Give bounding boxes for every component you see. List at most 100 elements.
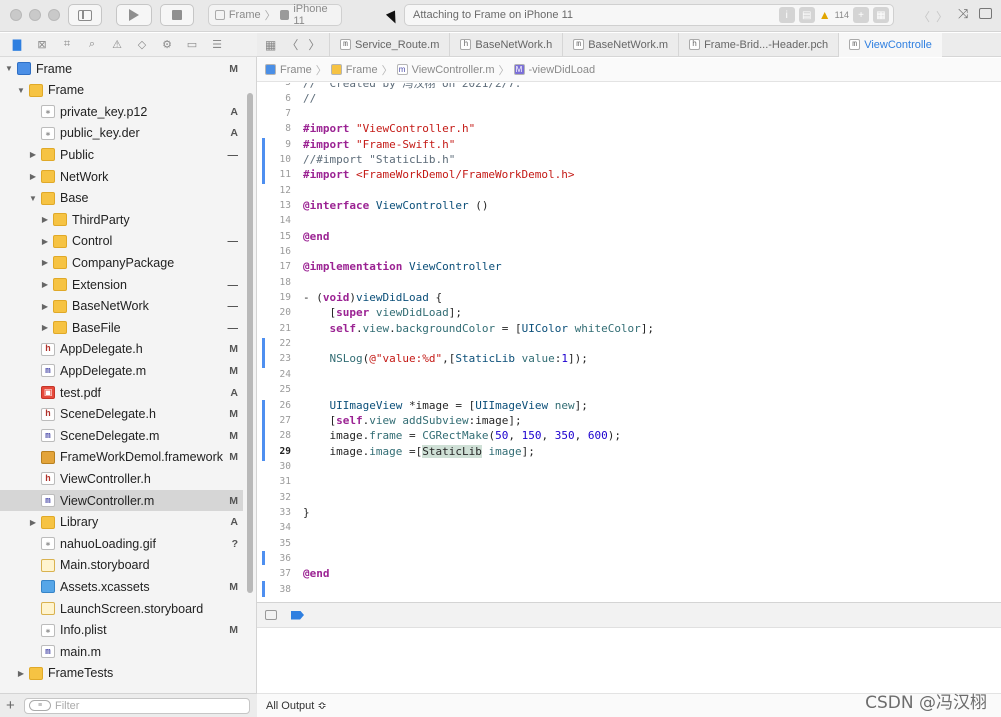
disclosure-triangle-icon[interactable]: ▶ <box>40 258 50 267</box>
jump-bar-item[interactable]: Frame <box>346 64 378 76</box>
sidebar-item-frame[interactable]: ▼ Frame M <box>0 58 243 79</box>
code-line[interactable]: 12 <box>257 182 1001 197</box>
code-line[interactable]: 35 <box>257 536 1001 551</box>
grid-icon[interactable]: ▦ <box>265 38 276 52</box>
shuffle-icon[interactable]: ⤨ <box>958 6 968 22</box>
forward-icon[interactable]: 〉 <box>308 36 320 53</box>
code-line[interactable]: 31 <box>257 474 1001 489</box>
sidebar-item-frametests[interactable]: ▶ FrameTests <box>0 663 243 684</box>
disclosure-triangle-icon[interactable]: ▶ <box>28 150 38 159</box>
sidebar-item-thirdparty[interactable]: ▶ ThirdParty <box>0 209 243 230</box>
sidebar-item-extension[interactable]: ▶ Extension — <box>0 274 243 295</box>
sidebar-item-basefile[interactable]: ▶ BaseFile — <box>0 317 243 338</box>
line-number[interactable]: 33 <box>257 507 291 518</box>
line-number[interactable]: 34 <box>257 522 291 533</box>
code-line[interactable]: 5// Created by 冯汉栩 on 2021/2/7. <box>257 83 1001 90</box>
disclosure-triangle-icon[interactable]: ▶ <box>40 215 50 224</box>
layout-icon[interactable]: ▤ <box>798 7 815 23</box>
line-number[interactable]: 35 <box>257 538 291 549</box>
line-number[interactable]: 32 <box>257 492 291 503</box>
sidebar-scrollbar[interactable] <box>247 93 253 593</box>
disclosure-triangle-icon[interactable]: ▶ <box>40 280 50 289</box>
line-number[interactable]: 36 <box>257 553 291 564</box>
line-number[interactable]: 30 <box>257 461 291 472</box>
run-button[interactable] <box>116 4 152 26</box>
disclosure-triangle-icon[interactable]: ▶ <box>40 323 50 332</box>
sidebar-item-public[interactable]: ▶ Public — <box>0 144 243 165</box>
line-number[interactable]: 19 <box>257 292 291 303</box>
sidebar-item-public-key-der[interactable]: ⁎ public_key.der A <box>0 123 243 144</box>
jump-bar-item[interactable]: ViewController.m <box>412 64 495 76</box>
line-number[interactable]: 10 <box>257 154 291 165</box>
sidebar-item-basenetwork[interactable]: ▶ BaseNetWork — <box>0 296 243 317</box>
sidebar-item-main-storyboard[interactable]: Main.storyboard <box>0 555 243 576</box>
code-editor[interactable]: 5// Created by 冯汉栩 on 2021/2/7. 6 // 7 8 #imp… <box>257 83 1001 602</box>
disclosure-triangle-icon[interactable]: ▶ <box>40 302 50 311</box>
line-number[interactable]: 27 <box>257 415 291 426</box>
tab-basenetwork-m[interactable]: m BaseNetWork.m <box>562 32 678 57</box>
line-number[interactable]: 21 <box>257 323 291 334</box>
code-line[interactable]: 13 @interface ViewController () <box>257 198 1001 213</box>
forward-arrow-icon[interactable]: 〉 <box>936 8 948 25</box>
sidebar-item-viewcontroller-h[interactable]: h ViewController.h <box>0 468 243 489</box>
line-number[interactable]: 18 <box>257 277 291 288</box>
tab-viewcontrolle[interactable]: m ViewControlle <box>838 32 942 57</box>
back-arrow-icon[interactable]: 〈 <box>918 8 930 25</box>
code-line[interactable]: 34 <box>257 520 1001 535</box>
code-line[interactable]: 26 UIImageView *image = [UIImageView new… <box>257 397 1001 412</box>
line-number[interactable]: 13 <box>257 200 291 211</box>
code-line[interactable]: 11 #import <FrameWorkDemol/FrameWorkDemol… <box>257 167 1001 182</box>
test-navigator-icon[interactable]: ◇ <box>135 38 149 52</box>
code-line[interactable]: 9 #import "Frame-Swift.h" <box>257 136 1001 151</box>
sidebar-item-control[interactable]: ▶ Control — <box>0 231 243 252</box>
tab-frame-brid-header-pch[interactable]: h Frame-Brid...-Header.pch <box>678 32 838 57</box>
sidebar-item-library[interactable]: ▶ Library A <box>0 512 243 533</box>
line-number[interactable]: 26 <box>257 400 291 411</box>
info-icon[interactable]: i <box>778 7 795 23</box>
sidebar-item-viewcontroller-m[interactable]: m ViewController.m M <box>0 490 243 511</box>
debug-navigator-icon[interactable]: ⚙ <box>160 38 174 52</box>
sidebar-item-frameworkdemol-framework[interactable]: FrameWorkDemol.framework M <box>0 447 243 468</box>
inspector-icon[interactable]: ▦ <box>873 7 889 23</box>
code-line[interactable]: 21 self.view.backgroundColor = [UIColor … <box>257 321 1001 336</box>
console-output[interactable] <box>257 629 1001 693</box>
sidebar-item-appdelegate-m[interactable]: m AppDelegate.m M <box>0 360 243 381</box>
disclosure-triangle-icon[interactable]: ▼ <box>28 194 38 203</box>
add-file-button[interactable]: + <box>6 697 18 714</box>
line-number[interactable]: 23 <box>257 353 291 364</box>
line-number[interactable]: 5 <box>257 83 291 88</box>
sidebar-item-scenedelegate-m[interactable]: m SceneDelegate.m M <box>0 425 243 446</box>
zoom-window-button[interactable] <box>48 9 60 21</box>
code-line[interactable]: 10 //#import "StaticLib.h" <box>257 152 1001 167</box>
line-number[interactable]: 6 <box>257 93 291 104</box>
tab-basenetwork-h[interactable]: h BaseNetWork.h <box>449 32 562 57</box>
disclosure-triangle-icon[interactable]: ▶ <box>16 669 26 678</box>
disclosure-triangle-icon[interactable]: ▼ <box>16 86 26 95</box>
code-line[interactable]: 30 <box>257 459 1001 474</box>
code-line[interactable]: 37 @end <box>257 566 1001 581</box>
line-number[interactable]: 17 <box>257 261 291 272</box>
disclosure-triangle-icon[interactable]: ▶ <box>40 237 50 246</box>
split-editor-icon[interactable] <box>979 8 992 19</box>
code-line[interactable]: 29 image.image =[StaticLib image]; <box>257 443 1001 458</box>
sidebar-item-base[interactable]: ▼ Base <box>0 188 243 209</box>
line-number[interactable]: 22 <box>257 338 291 349</box>
back-icon[interactable]: 〈 <box>286 36 298 53</box>
source-control-icon[interactable]: ⊠ <box>35 38 49 52</box>
line-number[interactable]: 12 <box>257 185 291 196</box>
line-number[interactable]: 16 <box>257 246 291 257</box>
line-number[interactable]: 8 <box>257 123 291 134</box>
code-line[interactable]: 22 <box>257 336 1001 351</box>
line-number[interactable]: 24 <box>257 369 291 380</box>
line-number[interactable]: 15 <box>257 231 291 242</box>
line-number[interactable]: 31 <box>257 476 291 487</box>
sidebar-item-launchscreen-storyboard[interactable]: LaunchScreen.storyboard <box>0 598 243 619</box>
jump-bar-item[interactable]: Frame <box>280 64 312 76</box>
sidebar-item-nahuoloading-gif[interactable]: ⁎ nahuoLoading.gif? <box>0 533 243 554</box>
sidebar-item-private-key-p12[interactable]: ⁎ private_key.p12 A <box>0 101 243 122</box>
code-line[interactable]: 17 @implementation ViewController <box>257 259 1001 274</box>
code-line[interactable]: 38 <box>257 582 1001 597</box>
hide-debug-area-icon[interactable] <box>265 610 277 620</box>
code-line[interactable]: 15 @end <box>257 229 1001 244</box>
code-line[interactable]: 6 // <box>257 90 1001 105</box>
